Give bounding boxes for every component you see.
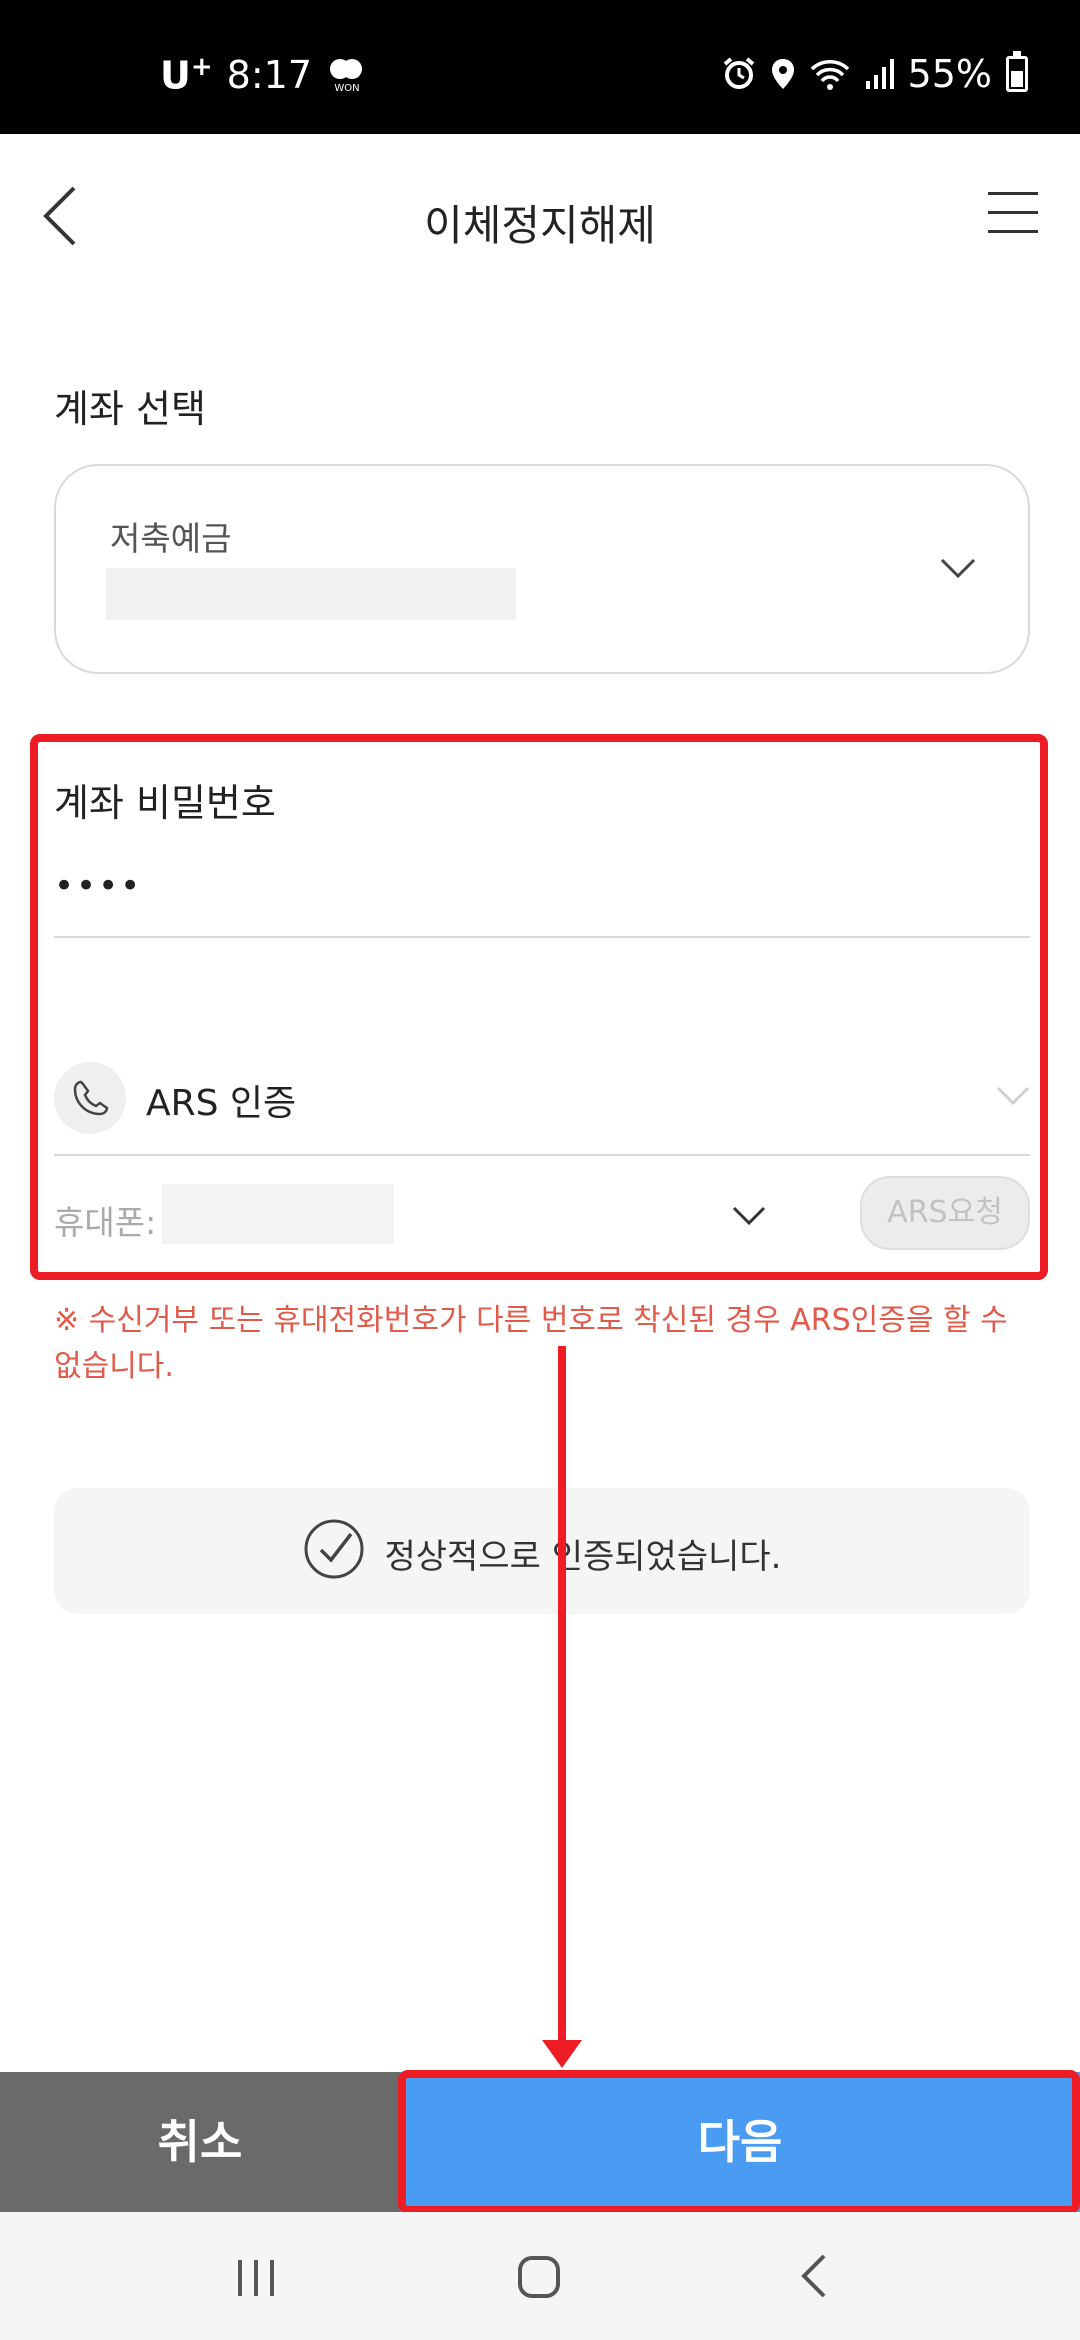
phone-label: 휴대폰: [54,1203,157,1242]
battery-percent: 55% [907,52,992,96]
signal-icon [864,57,894,91]
highlight-box-next [398,2070,1080,2214]
ars-method-label: ARS 인증 [146,1083,297,1124]
ars-notice: ※ 수신거부 또는 휴대전화번호가 다른 번호로 착신된 경우 ARS인증을 할… [54,1303,1008,1384]
divider [54,936,1030,938]
cancel-button[interactable]: 취소 [0,2072,400,2212]
battery-icon [1006,51,1028,92]
chevron-down-icon [996,1086,1030,1110]
won-app-icon: WON [326,57,368,94]
status-time: 8:17 [226,52,312,97]
phone-icon [54,1062,126,1134]
home-button[interactable] [518,2256,560,2298]
svg-text:WON: WON [334,83,359,93]
check-circle-icon [303,1518,365,1589]
divider [54,1154,1030,1156]
alarm-icon [722,57,756,91]
masked-account-number [106,568,516,620]
masked-phone-number [162,1184,394,1244]
location-icon [770,57,796,91]
annotation-arrow-head [542,2040,582,2068]
account-type: 저축예금 [110,519,232,558]
password-input[interactable]: •••• [54,866,142,906]
chevron-left-icon [801,2254,826,2298]
phone-select-chevron-icon[interactable] [732,1206,766,1232]
recents-button[interactable] [238,2260,274,2296]
app-header: 이체정지해제 [0,134,1080,304]
page-title: 이체정지해제 [424,201,656,250]
ars-auth-select[interactable]: ARS 인증 [54,1062,1030,1136]
status-bar: U+ 8:17 WON 55% [0,0,1080,134]
wifi-icon [810,57,850,91]
verified-message: 정상적으로 인증되었습니다. [384,1537,782,1577]
password-section-label: 계좌 비밀번호 [54,781,276,825]
carrier: U+ [160,52,213,98]
account-select[interactable]: 저축예금 [54,464,1030,674]
hamburger-menu-icon [988,192,1038,195]
annotation-arrow-line [558,1346,566,2058]
menu-button[interactable] [988,192,1046,240]
system-back-button[interactable] [800,2252,828,2304]
account-section-label: 계좌 선택 [54,387,206,431]
ars-request-button[interactable]: ARS요청 [860,1176,1030,1250]
chevron-down-icon [940,558,976,584]
system-nav-bar [0,2212,1080,2340]
verification-status: 정상적으로 인증되었습니다. [54,1488,1030,1614]
